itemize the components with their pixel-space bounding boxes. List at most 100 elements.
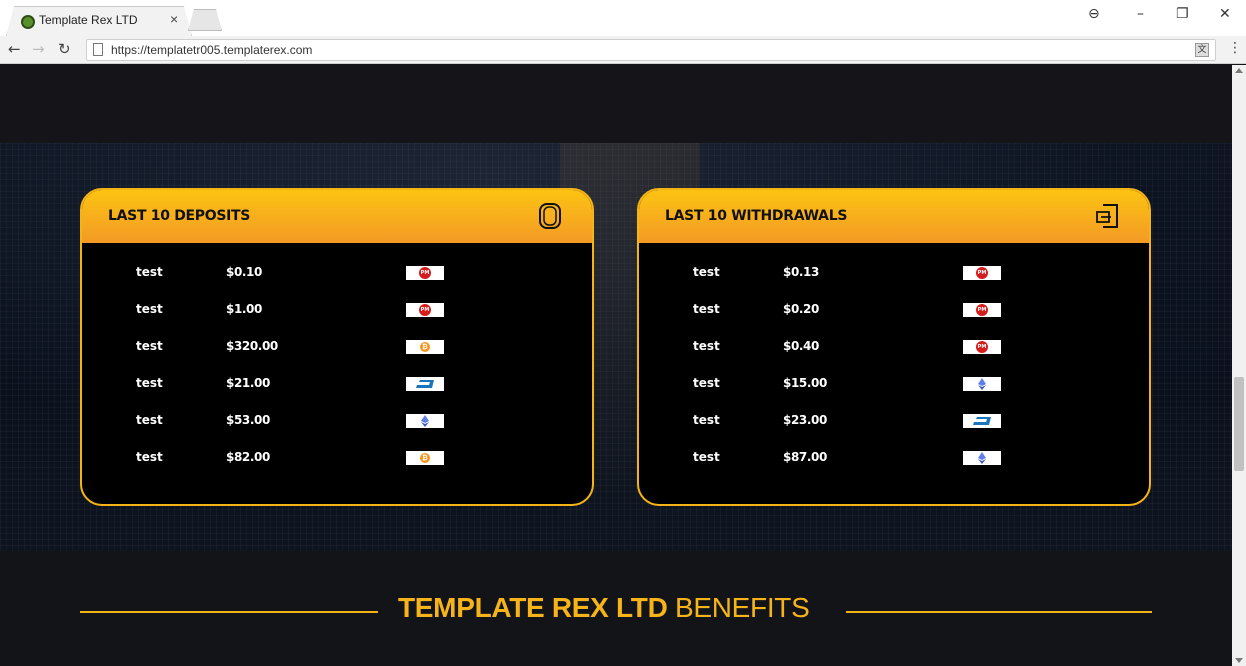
deposit-amount: $53.00 — [226, 413, 270, 427]
withdrawal-amount: $23.00 — [783, 413, 827, 427]
ethereum-icon — [978, 378, 986, 390]
stats-section: LAST 10 DEPOSITS test $0.10 PM test $1.00 PM t… — [0, 143, 1232, 551]
address-bar[interactable]: https://templatetr005.templaterex.com 文 — [86, 39, 1216, 61]
new-tab-button[interactable] — [188, 9, 222, 31]
benefits-heading-highlight: TEMPLATE REX LTD — [398, 592, 668, 623]
url-text[interactable]: https://templatetr005.templaterex.com — [111, 43, 312, 57]
translate-icon[interactable]: 文 — [1195, 43, 1209, 57]
reload-icon[interactable]: ↻ — [58, 40, 71, 58]
deposit-row: test $82.00 ₿ — [82, 448, 592, 468]
withdrawal-amount: $0.20 — [783, 302, 819, 316]
minimize-button[interactable]: – — [1137, 6, 1144, 22]
forward-icon[interactable]: → — [32, 40, 45, 58]
withdrawal-row: test $23.00 — [639, 411, 1149, 431]
site-favicon-icon — [21, 15, 35, 29]
withdrawal-user: test — [693, 413, 720, 427]
withdrawal-amount: $0.13 — [783, 265, 819, 279]
perfect-money-icon: PM — [976, 267, 988, 279]
dash-icon — [973, 417, 991, 425]
withdrawal-row: test $87.00 — [639, 448, 1149, 468]
withdrawal-payment-method — [963, 414, 1001, 428]
browser-menu-icon[interactable]: ⋮ — [1228, 40, 1242, 56]
scroll-down-icon[interactable] — [1235, 658, 1243, 663]
page-viewport: LAST 10 DEPOSITS test $0.10 PM test $1.00 PM t… — [0, 65, 1232, 666]
deposits-panel: LAST 10 DEPOSITS test $0.10 PM test $1.00 PM t… — [80, 188, 594, 506]
deposits-panel-header: LAST 10 DEPOSITS — [82, 190, 592, 243]
withdrawal-row: test $0.20 PM — [639, 300, 1149, 320]
top-band — [0, 65, 1232, 143]
benefits-section: TEMPLATE REX LTD BENEFITS — [0, 551, 1232, 666]
deposit-user: test — [136, 339, 163, 353]
tab-title: Template Rex LTD — [39, 13, 138, 27]
perfect-money-icon: PM — [976, 341, 988, 353]
coin-icon — [539, 203, 561, 229]
back-icon[interactable]: ← — [8, 40, 21, 58]
withdrawal-user: test — [693, 450, 720, 464]
deposit-amount: $1.00 — [226, 302, 262, 316]
deposit-payment-method — [406, 377, 444, 391]
dash-icon — [416, 380, 434, 388]
withdrawal-row: test $0.13 PM — [639, 263, 1149, 283]
withdrawal-user: test — [693, 302, 720, 316]
scroll-thumb[interactable] — [1234, 377, 1244, 471]
tab-strip: Template Rex LTD × ⊖ – ❐ ✕ — [0, 0, 1246, 36]
deposit-user: test — [136, 376, 163, 390]
deposit-user: test — [136, 302, 163, 316]
withdrawal-user: test — [693, 376, 720, 390]
deposit-row: test $1.00 PM — [82, 300, 592, 320]
withdrawal-user: test — [693, 339, 720, 353]
withdrawal-payment-method — [963, 451, 1001, 465]
withdrawal-payment-method: PM — [963, 266, 1001, 280]
withdrawal-payment-method: PM — [963, 340, 1001, 354]
withdrawal-payment-method: PM — [963, 303, 1001, 317]
withdrawal-row: test $15.00 — [639, 374, 1149, 394]
tab-close-button[interactable]: × — [170, 11, 178, 27]
withdrawal-row: test $0.40 PM — [639, 337, 1149, 357]
perfect-money-icon: PM — [419, 304, 431, 316]
perfect-money-icon: PM — [419, 267, 431, 279]
withdrawals-panel-header: LAST 10 WITHDRAWALS — [639, 190, 1149, 243]
benefits-heading-rest: BENEFITS — [667, 592, 810, 623]
deposit-payment-method: PM — [406, 303, 444, 317]
deposit-row: test $21.00 — [82, 374, 592, 394]
withdrawals-panel: LAST 10 WITHDRAWALS test $0.13 PM test $0.20… — [637, 188, 1151, 506]
perfect-money-icon: PM — [976, 304, 988, 316]
wallet-exit-icon — [1096, 204, 1118, 228]
browser-tab[interactable]: Template Rex LTD × — [6, 6, 192, 36]
browser-toolbar: ← → ↻ https://templatetr005.templaterex.… — [0, 36, 1246, 64]
deposit-user: test — [136, 265, 163, 279]
deposit-row: test $320.00 ₿ — [82, 337, 592, 357]
withdrawal-amount: $15.00 — [783, 376, 827, 390]
restore-button[interactable]: ❐ — [1176, 6, 1189, 22]
withdrawals-title: LAST 10 WITHDRAWALS — [665, 208, 848, 224]
deposits-title: LAST 10 DEPOSITS — [108, 208, 251, 224]
ethereum-icon — [421, 415, 429, 427]
close-window-button[interactable]: ✕ — [1219, 6, 1231, 22]
benefits-heading: TEMPLATE REX LTD BENEFITS — [398, 592, 810, 624]
deposit-amount: $320.00 — [226, 339, 278, 353]
deposit-row: test $0.10 PM — [82, 263, 592, 283]
bitcoin-icon: ₿ — [420, 342, 430, 352]
scroll-up-icon[interactable] — [1235, 68, 1243, 73]
deposit-payment-method: ₿ — [406, 340, 444, 354]
deposit-payment-method — [406, 414, 444, 428]
deposit-amount: $0.10 — [226, 265, 262, 279]
benefits-divider-left — [80, 611, 378, 613]
benefits-divider-right — [846, 611, 1152, 613]
withdrawal-payment-method — [963, 377, 1001, 391]
deposit-user: test — [136, 450, 163, 464]
deposit-payment-method: ₿ — [406, 451, 444, 465]
deposit-user: test — [136, 413, 163, 427]
deposit-amount: $82.00 — [226, 450, 270, 464]
withdrawal-user: test — [693, 265, 720, 279]
bitcoin-icon: ₿ — [420, 453, 430, 463]
page-info-icon[interactable] — [93, 43, 103, 56]
account-icon[interactable]: ⊖ — [1088, 6, 1100, 22]
deposit-amount: $21.00 — [226, 376, 270, 390]
withdrawal-amount: $0.40 — [783, 339, 819, 353]
withdrawal-amount: $87.00 — [783, 450, 827, 464]
deposit-payment-method: PM — [406, 266, 444, 280]
deposit-row: test $53.00 — [82, 411, 592, 431]
ethereum-icon — [978, 452, 986, 464]
page-scrollbar[interactable] — [1232, 65, 1246, 666]
